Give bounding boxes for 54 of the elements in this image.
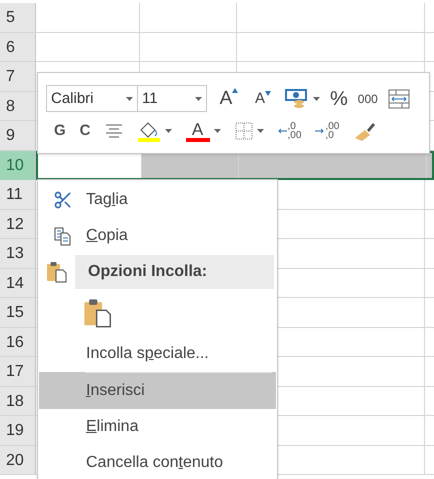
italic-button[interactable]: C: [80, 120, 91, 142]
column-width-icon[interactable]: [388, 88, 410, 109]
decrease-decimal-button[interactable]: ,00 ,0: [315, 122, 340, 140]
font-color-button[interactable]: A: [186, 120, 210, 142]
borders-icon[interactable]: [234, 122, 253, 140]
format-painter-icon[interactable]: [353, 120, 378, 142]
menu-item[interactable]: Cancella contenuto: [39, 445, 276, 479]
currency-icon[interactable]: [285, 88, 309, 109]
left-arrow-icon: [278, 128, 287, 134]
row-header[interactable]: 6: [0, 32, 36, 61]
caret-icon: [214, 129, 221, 133]
scissors-icon: [52, 190, 72, 210]
grow-font-button[interactable]: A: [217, 84, 241, 113]
copy-icon: [52, 226, 72, 246]
thousands-button[interactable]: 000: [358, 90, 378, 108]
caret-icon: [195, 96, 202, 101]
up-triangle-icon: [232, 88, 238, 92]
right-arrow-icon: [315, 128, 324, 134]
fill-color-icon[interactable]: [136, 120, 161, 142]
size-dropdown[interactable]: 11: [138, 85, 207, 112]
row-header[interactable]: 5: [0, 3, 36, 32]
row-header[interactable]: 7: [0, 62, 36, 90]
row-header[interactable]: 18: [0, 386, 36, 415]
row-header[interactable]: 13: [0, 239, 36, 268]
caret-icon: [164, 129, 172, 133]
menu-item[interactable]: Incolla speciale...: [39, 336, 276, 372]
down-triangle-icon: [265, 90, 271, 96]
menu-item[interactable]: Elimina: [39, 409, 276, 445]
paste-icon: [46, 261, 68, 283]
increase-decimal-button[interactable]: ,0 ,00: [278, 122, 302, 140]
row-header[interactable]: 12: [0, 210, 36, 238]
font-dropdown[interactable]: Calibri: [46, 85, 138, 112]
row-header[interactable]: 15: [0, 298, 36, 326]
row-header[interactable]: 20: [0, 446, 36, 474]
menu-item[interactable]: Taglia: [39, 182, 276, 218]
section-heading: Opzioni Incolla:: [75, 255, 274, 289]
caret-icon: [256, 129, 264, 133]
row-header[interactable]: 10: [0, 150, 36, 180]
caret-icon: [126, 96, 133, 101]
row-header[interactable]: 9: [0, 121, 36, 150]
row-header[interactable]: 8: [0, 92, 36, 120]
row-header[interactable]: 14: [0, 268, 36, 297]
row-header[interactable]: 17: [0, 357, 36, 386]
row-header[interactable]: 11: [0, 180, 36, 208]
menu-item[interactable]: Inserisci: [39, 372, 276, 409]
menu-item[interactable]: Copia: [39, 218, 276, 254]
percent-button[interactable]: %: [330, 84, 348, 114]
paste-icon[interactable]: [83, 298, 113, 328]
row-header[interactable]: 19: [0, 416, 36, 444]
bold-button[interactable]: G: [54, 120, 66, 142]
caret-icon: [313, 96, 320, 101]
shrink-font-button[interactable]: A: [251, 88, 275, 110]
align-center-icon[interactable]: [104, 124, 123, 138]
row-header[interactable]: 16: [0, 328, 36, 356]
